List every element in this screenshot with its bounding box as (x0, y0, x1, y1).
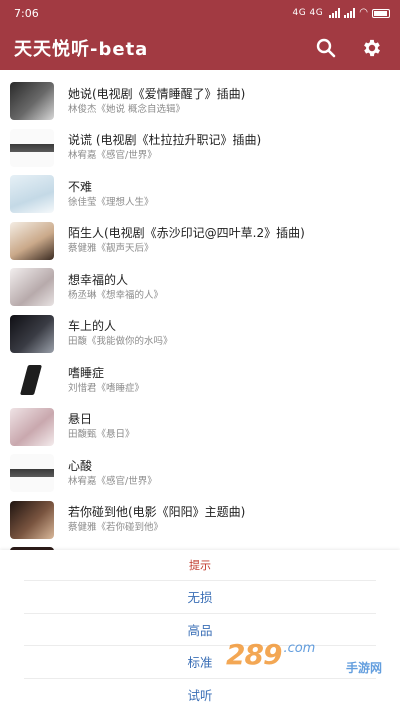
status-bar: 7:06 4G 4G ◠ (0, 0, 400, 26)
song-row[interactable]: 不难徐佳莹《理想人生》 (0, 171, 400, 218)
song-row[interactable]: 悬日 田馥甄《悬日》 (0, 404, 400, 451)
network-type: 4G 4G (292, 8, 324, 18)
song-artist-album: 林宥嘉《感官/世界》 (68, 150, 157, 162)
song-row[interactable]: 陌生人(电视剧《赤沙印记@四叶草.2》插曲) 蔡健雅《靓声天后》 (0, 218, 400, 265)
status-icons: ◠ (329, 8, 390, 18)
song-title: 悬日 (68, 412, 93, 427)
signal-icon-2 (344, 8, 356, 18)
quality-dialog: 提示 无损 高品 标准 试听 (0, 550, 400, 710)
song-artist-album: 蔡健雅《靓声天后》 (68, 243, 154, 255)
album-cover (10, 314, 54, 353)
search-icon (316, 38, 336, 58)
song-artist-album: 杨丞琳《想幸福的人》 (68, 289, 164, 301)
app-bar: 天天悦听-beta (0, 26, 400, 70)
song-title: 不难 (68, 179, 93, 194)
dialog-title: 提示 (189, 559, 211, 572)
song-artist-album: 林俊杰《她说 概念自选辑》 (68, 103, 186, 115)
album-cover (10, 221, 54, 260)
gear-icon (364, 39, 380, 57)
song-list: 她说(电视剧《爱情睡醒了》插曲) 林俊杰《她说 概念自选辑》 说谎 (电视剧《杜拉… (0, 78, 400, 590)
song-row[interactable]: 心酸林宥嘉《感官/世界》 (0, 450, 400, 497)
album-cover (10, 500, 54, 539)
song-title: 嗜睡症 (68, 365, 105, 380)
song-artist-album: 蔡健雅《若你碰到他》 (68, 522, 164, 534)
song-title: 说谎 (电视剧《杜拉拉升职记》插曲) (68, 133, 262, 148)
option-standard[interactable]: 标准 (24, 645, 376, 678)
option-lossless[interactable]: 无损 (24, 580, 376, 613)
album-cover (10, 175, 54, 214)
signal-icon (329, 8, 341, 18)
album-cover (10, 82, 54, 121)
song-row[interactable]: 她说(电视剧《爱情睡醒了》插曲) 林俊杰《她说 概念自选辑》 (0, 78, 400, 125)
song-title: 心酸 (68, 458, 93, 473)
song-row[interactable]: 嗜睡症刘惜君《嗜睡症》 (0, 357, 400, 404)
settings-button[interactable] (356, 32, 388, 64)
song-row[interactable]: 车上的人田馥《我能做你的水吗》 (0, 311, 400, 358)
song-row[interactable]: 想幸福的人杨丞琳《想幸福的人》 (0, 264, 400, 311)
song-artist-album: 田馥《我能做你的水吗》 (68, 336, 173, 348)
song-artist-album: 徐佳莹《理想人生》 (68, 196, 154, 208)
album-cover (10, 454, 54, 493)
search-button[interactable] (310, 32, 342, 64)
wifi-icon: ◠ (359, 7, 368, 18)
song-row[interactable]: 若你碰到他(电影《阳阳》主题曲) 蔡健雅《若你碰到他》 (0, 497, 400, 544)
song-row[interactable]: 说谎 (电视剧《杜拉拉升职记》插曲) 林宥嘉《感官/世界》 (0, 125, 400, 172)
option-high-quality[interactable]: 高品 (24, 612, 376, 646)
battery-icon (372, 9, 390, 18)
album-cover (10, 128, 54, 167)
album-cover (10, 407, 54, 446)
song-title: 车上的人 (68, 319, 117, 334)
album-cover (10, 268, 54, 307)
song-artist-album: 林宥嘉《感官/世界》 (68, 475, 157, 487)
song-artist-album: 刘惜君《嗜睡症》 (68, 382, 145, 394)
song-title: 想幸福的人 (68, 272, 129, 287)
option-preview[interactable]: 试听 (24, 677, 376, 710)
song-title: 若你碰到他(电影《阳阳》主题曲) (68, 505, 246, 520)
app-title: 天天悦听-beta (14, 39, 149, 60)
status-time: 7:06 (14, 6, 39, 20)
song-artist-album: 田馥甄《悬日》 (68, 429, 135, 441)
song-title: 陌生人(电视剧《赤沙印记@四叶草.2》插曲) (68, 226, 305, 241)
song-title: 她说(电视剧《爱情睡醒了》插曲) (68, 86, 246, 101)
album-cover (10, 361, 54, 400)
